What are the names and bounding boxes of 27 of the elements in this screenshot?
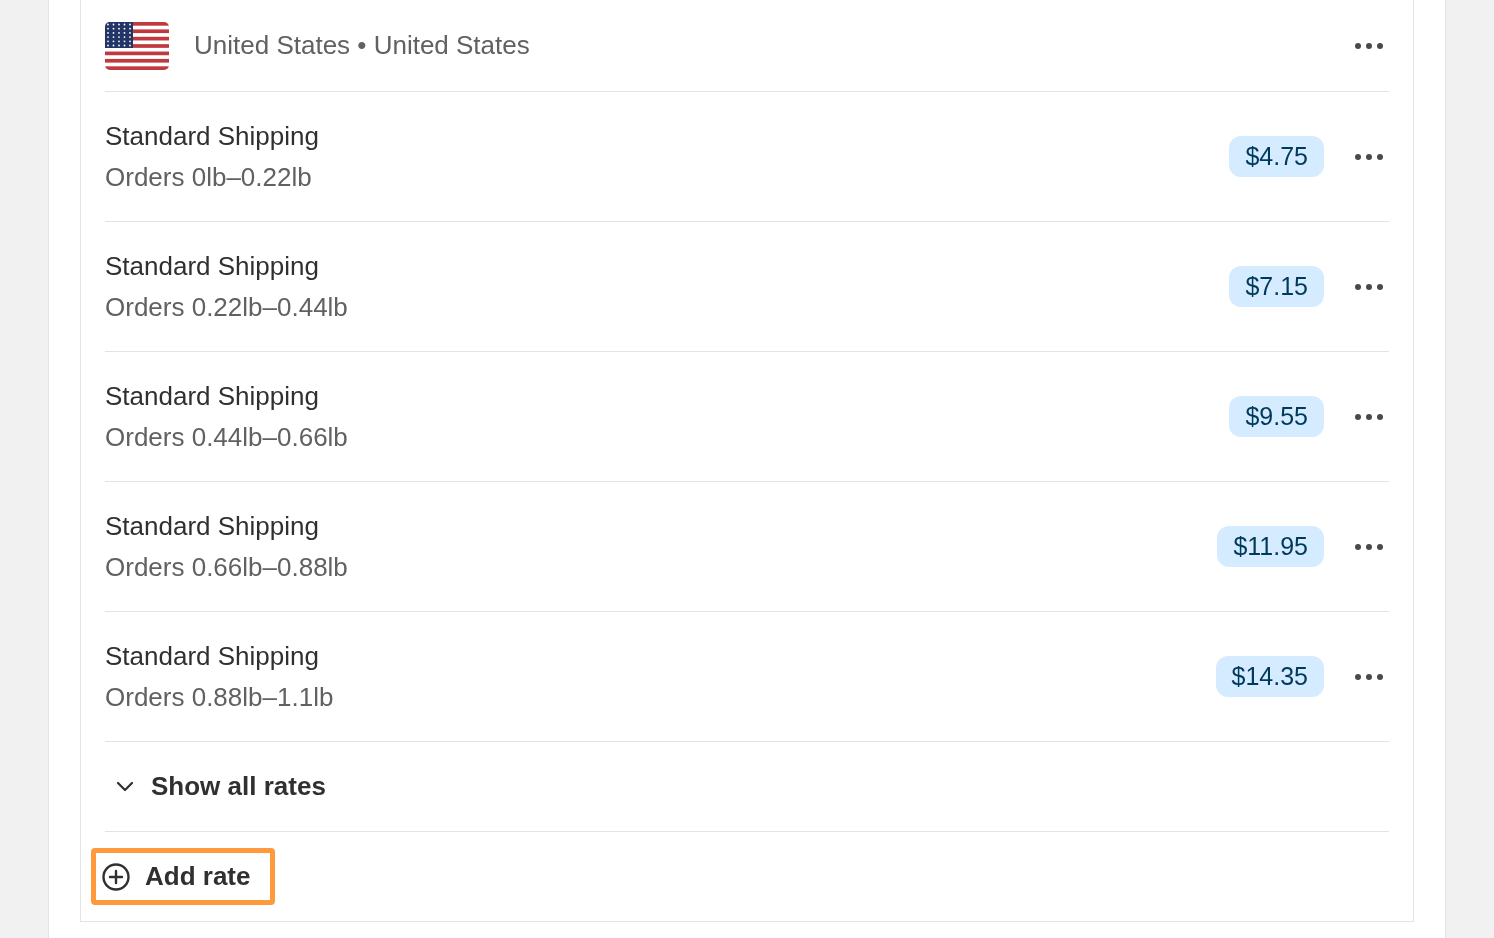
rate-condition: Orders 0lb–0.22lb <box>105 161 313 193</box>
price-badge: $14.35 <box>1215 656 1324 697</box>
show-all-rates-button[interactable]: Show all rates <box>105 771 326 802</box>
more-icon[interactable] <box>1354 672 1384 681</box>
rate-name: Standard Shipping <box>105 510 320 542</box>
rate-name: Standard Shipping <box>105 120 320 152</box>
flag-icon <box>105 21 169 70</box>
rate-condition: Orders 0.66lb–0.88lb <box>105 551 349 583</box>
plus-circle-icon <box>101 861 131 892</box>
rate-name: Standard Shipping <box>105 640 320 672</box>
more-icon[interactable] <box>1354 282 1384 291</box>
rate-name: Standard Shipping <box>105 250 320 282</box>
price-badge: $4.75 <box>1229 136 1324 177</box>
rate-condition: Orders 0.44lb–0.66lb <box>105 421 349 453</box>
zone-title: United States • United States <box>194 30 531 61</box>
rate-condition: Orders 0.88lb–1.1lb <box>105 681 335 713</box>
chevron-down-icon <box>115 780 135 793</box>
more-icon[interactable] <box>1354 152 1384 161</box>
more-icon[interactable] <box>1354 542 1384 551</box>
add-rate-button[interactable]: Add rate <box>91 848 276 905</box>
rate-name: Standard Shipping <box>105 380 320 412</box>
more-icon[interactable] <box>1354 412 1384 421</box>
rate-condition: Orders 0.22lb–0.44lb <box>105 291 349 323</box>
more-icon[interactable] <box>1354 41 1384 50</box>
price-badge: $11.95 <box>1217 526 1324 567</box>
price-badge: $9.55 <box>1229 396 1324 437</box>
price-badge: $7.15 <box>1229 266 1324 307</box>
